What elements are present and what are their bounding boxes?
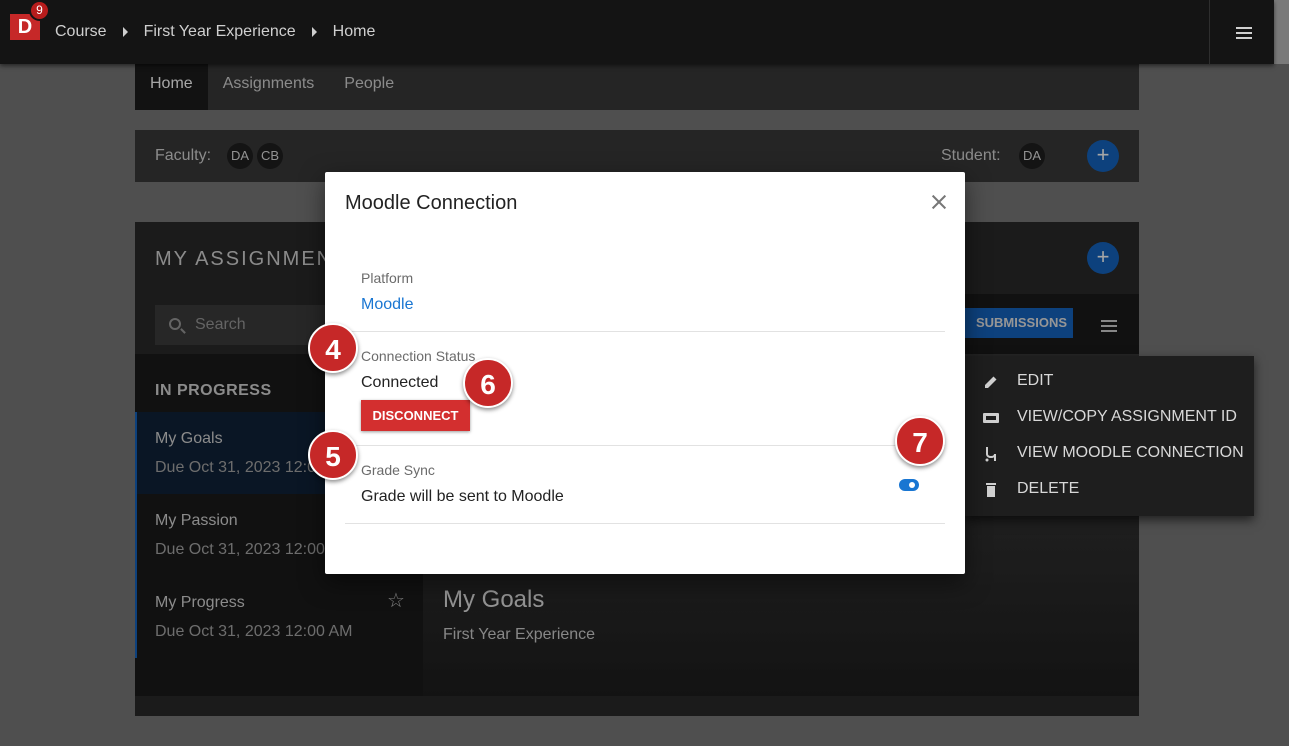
assignment-options-menu: EDIT VIEW/COPY ASSIGNMENT ID VIEW MOODLE… <box>965 356 1254 516</box>
breadcrumb-first-year-experience[interactable]: First Year Experience <box>144 23 296 41</box>
divider <box>345 445 945 446</box>
callout-7: 7 <box>895 416 945 466</box>
platform-link[interactable]: Moodle <box>361 296 413 314</box>
platform-label: Platform <box>361 270 414 286</box>
callout-5: 5 <box>308 430 358 480</box>
grade-sync-label: Grade Sync <box>361 462 435 478</box>
chevron-right-icon <box>311 27 317 37</box>
connection-status-label: Connection Status <box>361 348 476 364</box>
grade-sync-value: Grade will be sent to Moodle <box>361 488 564 505</box>
chevron-right-icon <box>122 27 128 37</box>
top-divider <box>1209 0 1210 64</box>
moodle-connection-dialog: Moodle Connection Platform Moodle Connec… <box>325 172 965 574</box>
divider <box>345 523 945 524</box>
menu-item-delete[interactable]: DELETE <box>965 472 1254 508</box>
breadcrumb-home: Home <box>332 23 376 40</box>
trash-icon <box>986 483 996 497</box>
menu-item-edit[interactable]: EDIT <box>965 364 1254 400</box>
menu-item-view-moodle-connection[interactable]: VIEW MOODLE CONNECTION <box>965 436 1254 472</box>
grade-sync-toggle[interactable] <box>899 479 919 491</box>
menu-item-label: EDIT <box>1017 372 1054 389</box>
divider <box>345 331 945 332</box>
pencil-icon <box>985 376 997 388</box>
callout-4: 4 <box>308 323 358 373</box>
menu-item-label: DELETE <box>1017 480 1080 497</box>
breadcrumb: Course First Year Experience Home <box>55 0 375 64</box>
main-menu-icon[interactable] <box>1236 27 1252 39</box>
connection-status-value: Connected <box>361 374 439 391</box>
disconnect-button[interactable]: DISCONNECT <box>361 400 470 431</box>
id-icon <box>983 413 999 423</box>
menu-item-label: VIEW/COPY ASSIGNMENT ID <box>1017 408 1237 425</box>
callout-6: 6 <box>463 358 513 408</box>
connection-icon <box>985 447 996 462</box>
close-icon[interactable] <box>929 192 949 212</box>
top-bar: D 9 Course First Year Experience Home <box>0 0 1274 64</box>
breadcrumb-course[interactable]: Course <box>55 23 107 41</box>
menu-item-label: VIEW MOODLE CONNECTION <box>1017 444 1244 461</box>
dialog-title: Moodle Connection <box>345 192 518 214</box>
notification-badge[interactable]: 9 <box>29 0 50 21</box>
menu-item-view-copy-id[interactable]: VIEW/COPY ASSIGNMENT ID <box>965 400 1254 436</box>
